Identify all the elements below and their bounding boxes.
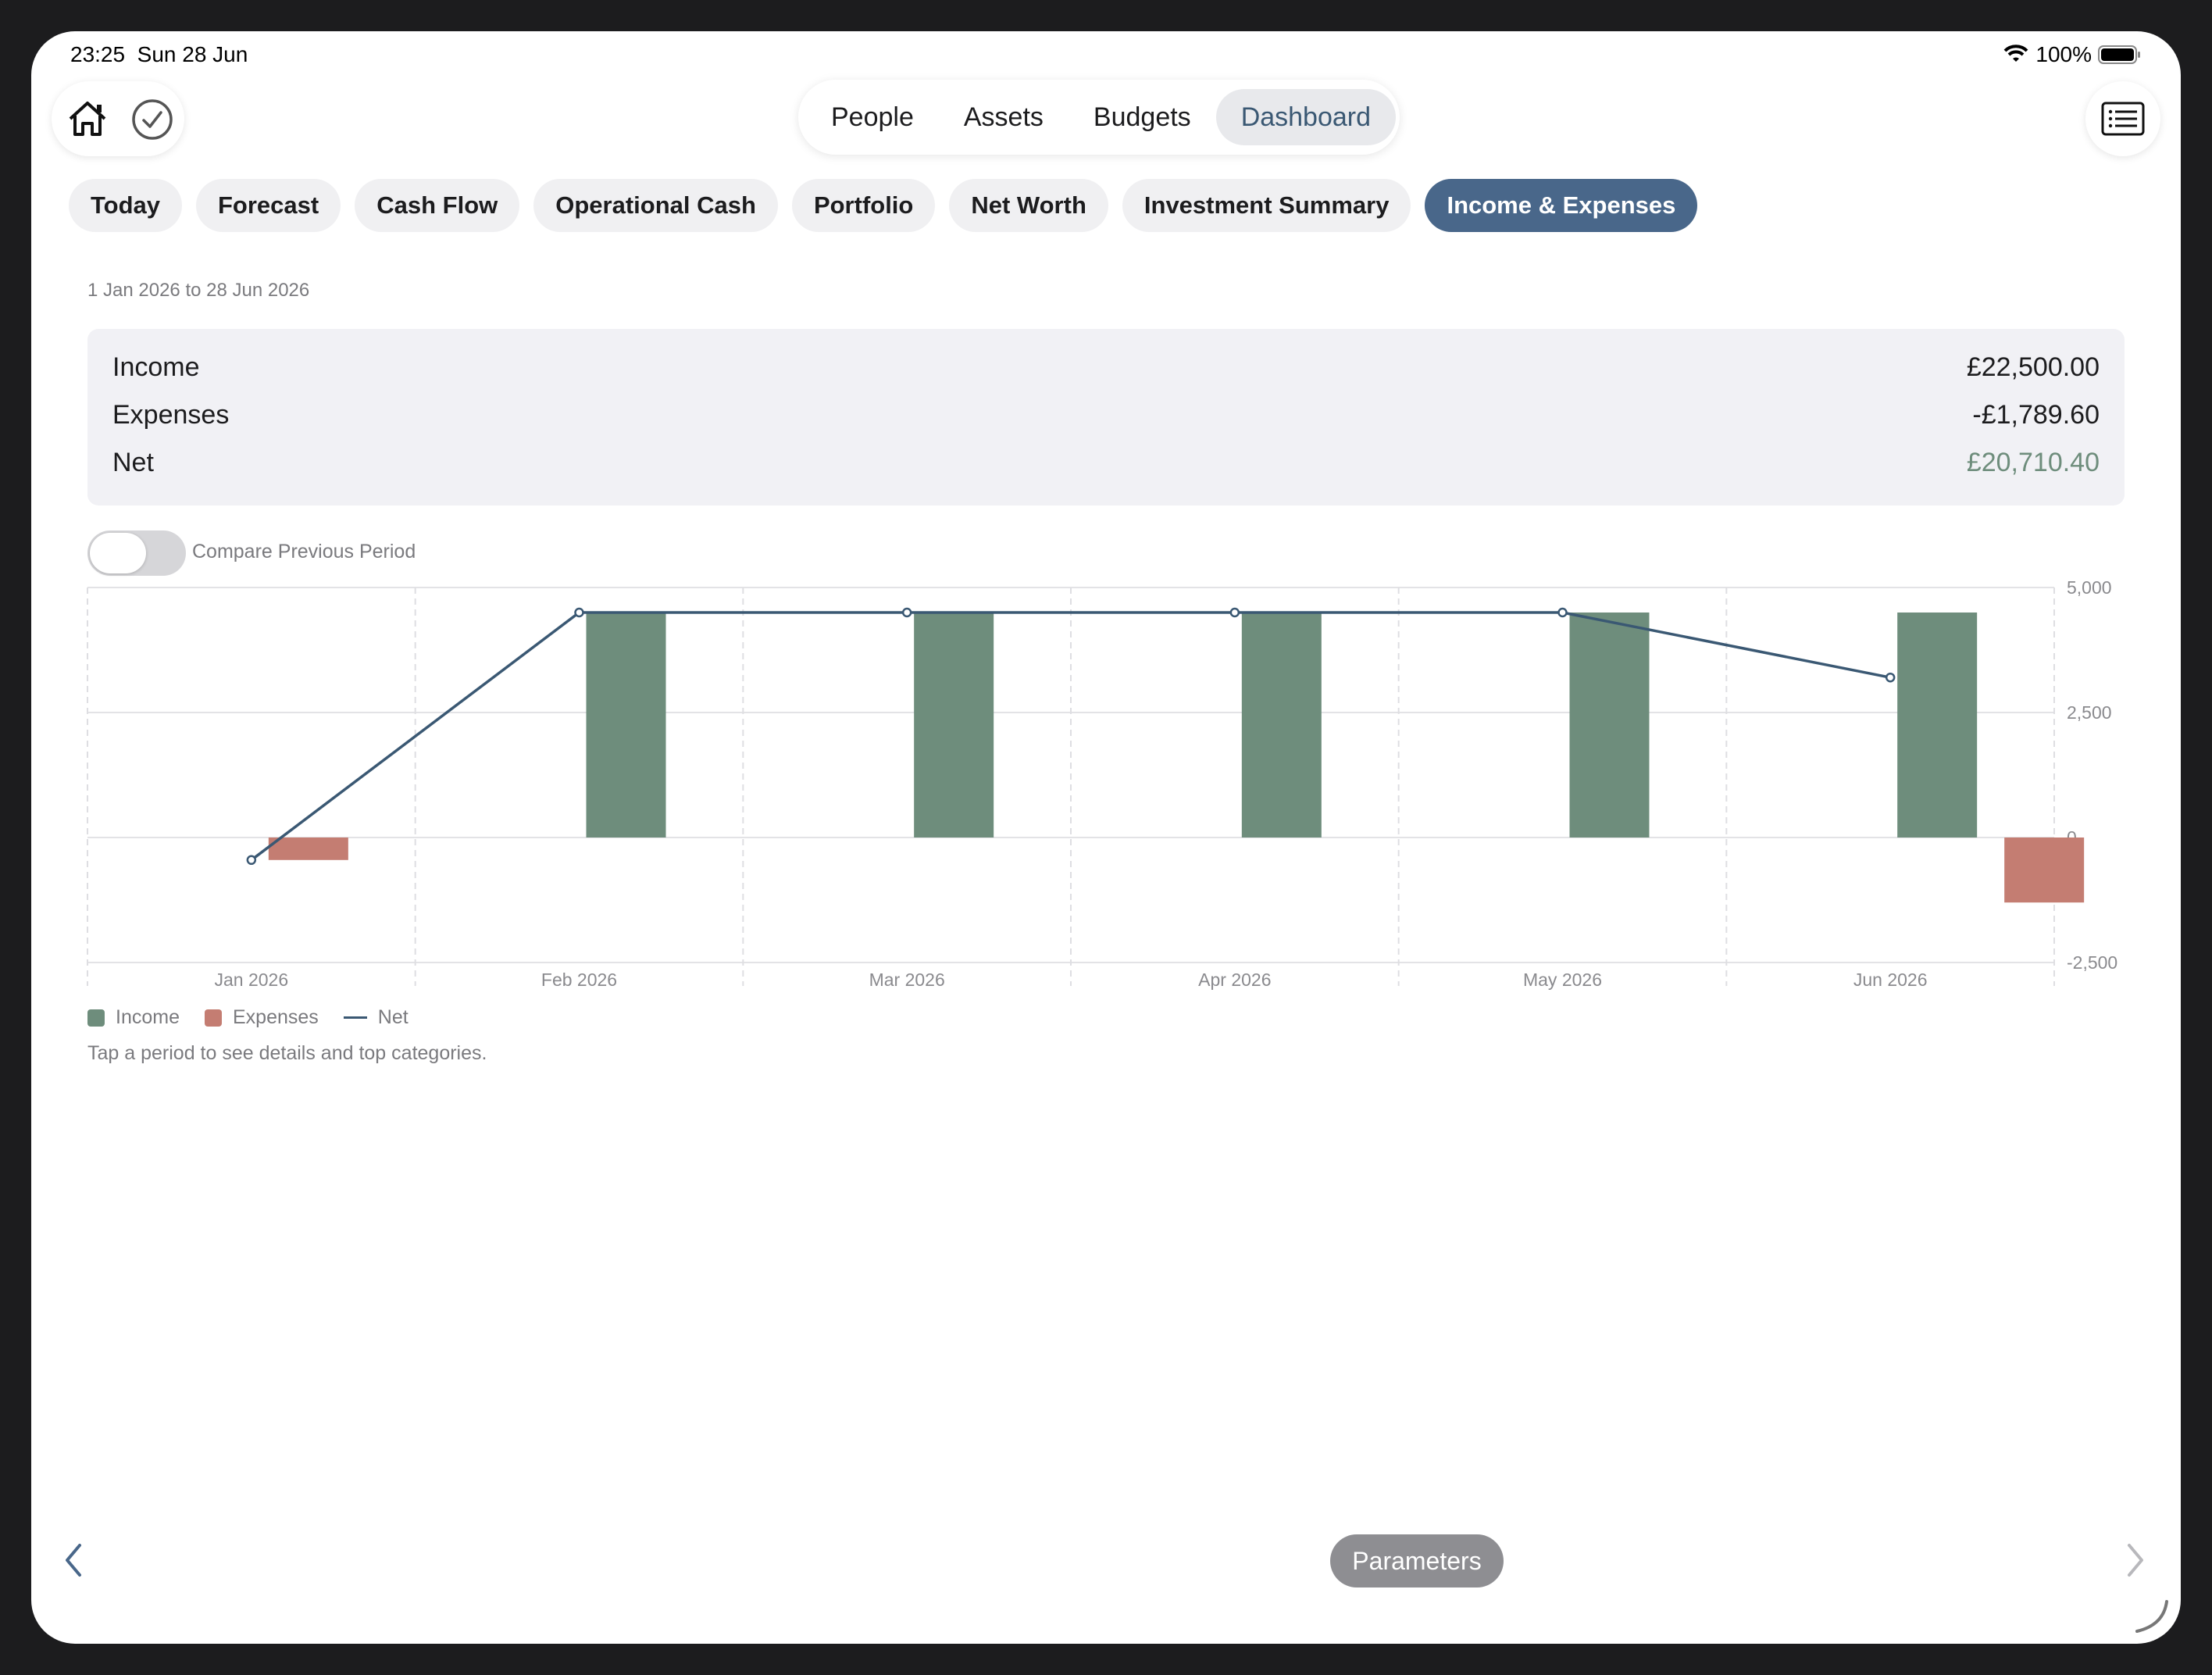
net-point	[1557, 607, 1568, 618]
y-tick-label: 2,500	[2067, 702, 2112, 723]
y-tick-label: -2,500	[2067, 952, 2117, 973]
income-expenses-chart: 5,0002,5000-2,500Jan 2026Feb 2026Mar 202…	[87, 577, 2117, 990]
bar-expenses	[2004, 838, 2085, 903]
chevron-left-icon[interactable]	[62, 1542, 86, 1578]
legend-swatch-net	[343, 1016, 367, 1019]
x-tick-label: Mar 2026	[869, 970, 945, 990]
legend-item-income: Income	[87, 1006, 180, 1029]
legend-label: Expenses	[232, 1006, 319, 1028]
legend-label: Net	[377, 1006, 409, 1028]
bar-income	[1897, 612, 1978, 838]
net-point	[901, 607, 912, 618]
x-tick-label: Jan 2026	[215, 970, 289, 990]
legend-item-expenses: Expenses	[204, 1006, 319, 1029]
x-tick-label: May 2026	[1523, 970, 1602, 990]
y-tick-label: 5,000	[2067, 577, 2112, 598]
legend-swatch-income	[87, 1009, 105, 1027]
bar-expenses	[268, 838, 348, 860]
chart-legend: Income Expenses Net	[87, 1006, 433, 1029]
bar-income	[1569, 612, 1650, 838]
x-tick-label: Apr 2026	[1198, 970, 1271, 990]
chart-hint: Tap a period to see details and top cate…	[87, 1042, 487, 1064]
legend-label: Income	[116, 1006, 180, 1028]
chevron-right-icon[interactable]	[2123, 1542, 2146, 1578]
parameters-button[interactable]: Parameters	[1330, 1534, 1504, 1588]
x-tick-label: Feb 2026	[541, 970, 617, 990]
legend-item-net: Net	[343, 1006, 409, 1029]
net-point	[1885, 672, 1896, 683]
net-point	[574, 607, 584, 618]
resize-handle-icon	[2135, 1600, 2168, 1633]
bar-income	[586, 612, 666, 838]
app-screen: 23:25 Sun 28 Jun 100% People Assets Budg…	[31, 31, 2181, 1644]
net-point	[246, 855, 257, 866]
bar-income	[1241, 612, 1322, 838]
legend-swatch-expenses	[204, 1009, 222, 1027]
bar-income	[914, 612, 994, 838]
net-point	[1229, 607, 1240, 618]
x-tick-label: Jun 2026	[1853, 970, 1928, 990]
